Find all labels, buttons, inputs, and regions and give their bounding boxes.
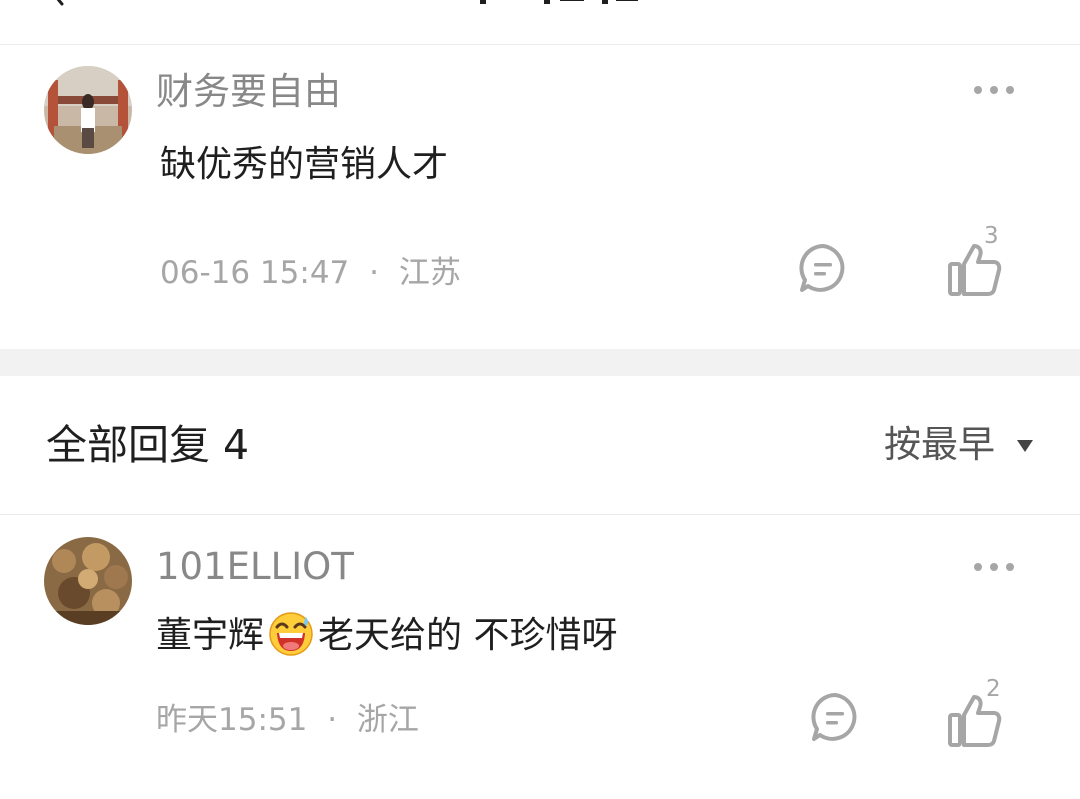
reply-location: 浙江 xyxy=(356,702,419,738)
comment-time: 06-16 15:47 xyxy=(160,255,350,291)
section-divider xyxy=(0,349,1080,376)
sort-button[interactable]: 按最早 xyxy=(884,422,995,468)
sort-down-triangle-icon[interactable] xyxy=(1016,439,1034,453)
avatar[interactable] xyxy=(44,537,132,625)
comment-location: 江苏 xyxy=(398,255,461,291)
comment-content: 缺优秀的营销人才 xyxy=(160,144,449,185)
main-comment: 财务要自由 缺优秀的营销人才 06-16 15:47 · 江苏 3 xyxy=(0,44,1080,349)
grinning-sweat-emoji xyxy=(269,612,313,656)
reply-content: 董宇辉 老天给的 不珍惜呀 xyxy=(156,611,617,659)
reply-item: 101ELLIOT 董宇辉 老天给的 不珍惜呀 昨天15:51 · 浙江 2 xyxy=(0,515,1080,799)
reply-bubble-icon[interactable] xyxy=(808,691,862,745)
reply-meta: 昨天15:51 · 浙江 xyxy=(156,701,419,739)
avatar-image xyxy=(44,537,132,625)
like-count: 2 xyxy=(986,676,1001,702)
top-nav-bar xyxy=(0,0,1080,45)
comment-meta: 06-16 15:47 · 江苏 xyxy=(160,254,461,292)
reply-bubble-icon[interactable] xyxy=(796,242,850,296)
replies-title: 全部回复 4 xyxy=(46,421,250,469)
comment-detail-screen: 财务要自由 缺优秀的营销人才 06-16 15:47 · 江苏 3 全部回复 4… xyxy=(0,0,1080,799)
more-dots-icon[interactable] xyxy=(970,555,1018,579)
more-dots-icon[interactable] xyxy=(970,78,1018,102)
nav-title-clipped xyxy=(420,0,660,6)
reply-content-before: 董宇辉 xyxy=(156,615,265,656)
reply-content-after: 老天给的 不珍惜呀 xyxy=(318,615,618,656)
avatar-image xyxy=(44,66,132,154)
avatar[interactable] xyxy=(44,66,132,154)
reply-time: 昨天15:51 xyxy=(156,702,308,738)
comment-username[interactable]: 财务要自由 xyxy=(156,70,341,114)
replies-header: 全部回复 4 按最早 xyxy=(0,376,1080,515)
reply-username[interactable]: 101ELLIOT xyxy=(156,545,354,589)
meta-separator: · xyxy=(369,255,379,291)
meta-separator: · xyxy=(327,702,338,738)
clipped-title-glyphs xyxy=(480,0,638,4)
back-arrow-icon[interactable] xyxy=(44,0,72,6)
like-count: 3 xyxy=(984,223,999,249)
